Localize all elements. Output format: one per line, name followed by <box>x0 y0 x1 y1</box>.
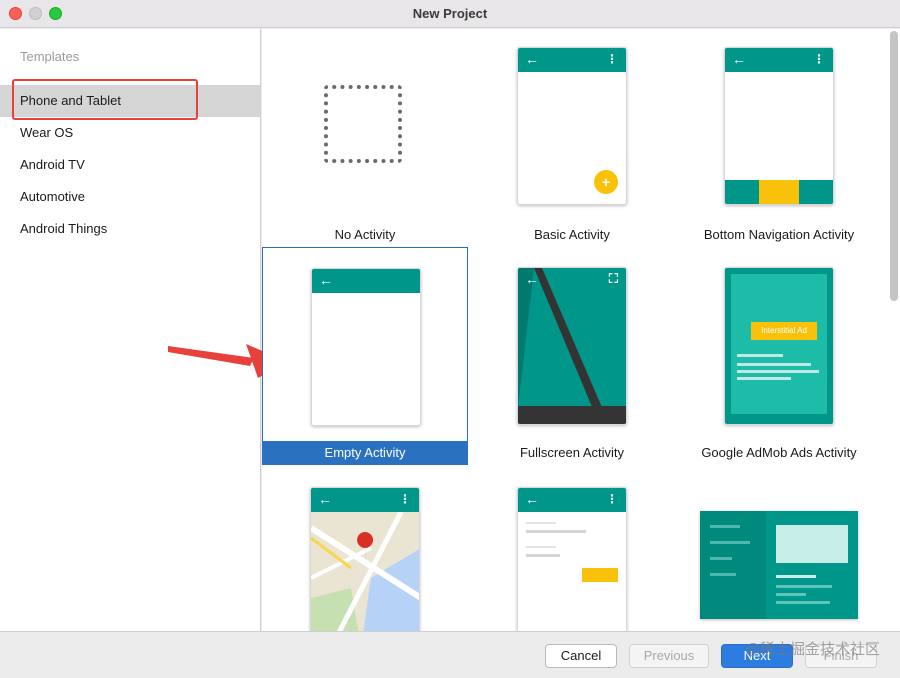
template-label: Fullscreen Activity <box>519 445 625 460</box>
template-card-login-activity[interactable]: ← ⋮ <box>469 469 675 631</box>
app-bar: ← ⋮ <box>518 48 626 72</box>
overflow-menu-icon: ⋮ <box>606 52 618 66</box>
overflow-menu-icon: ⋮ <box>606 492 618 506</box>
no-activity-placeholder-icon <box>324 85 402 163</box>
phone-preview: ← ⋮ <box>517 487 627 631</box>
vertical-scrollbar[interactable] <box>890 31 898 301</box>
back-arrow-icon: ← <box>732 51 746 67</box>
template-card-basic-activity[interactable]: ← ⋮ + Basic Activity <box>469 29 675 247</box>
bottom-navigation-bar <box>725 180 833 204</box>
app-bar: ← ⋮ <box>725 48 833 72</box>
back-arrow-icon: ← <box>318 491 332 507</box>
back-arrow-icon: ← <box>525 271 539 287</box>
system-nav-bar <box>518 406 626 424</box>
template-card-no-activity[interactable]: No Activity <box>262 29 468 247</box>
phone-preview: ← ⋮ <box>724 47 834 205</box>
phone-preview: ← ⋮ + <box>517 47 627 205</box>
watermark-text: @稀土掘金技术社区 <box>744 641 880 658</box>
text-line <box>737 377 791 380</box>
back-arrow-icon: ← <box>525 51 539 67</box>
phone-preview: ← <box>311 268 421 426</box>
template-label: Basic Activity <box>534 227 610 242</box>
dialog-footer: Cancel Previous Next Finish @稀土掘金技术社区 <box>0 631 900 678</box>
template-card-master-detail-flow[interactable] <box>676 469 882 631</box>
template-card-fullscreen-activity[interactable]: ← ⛶ Fullscreen Activity <box>469 247 675 465</box>
fullscreen-expand-icon: ⛶ <box>608 271 618 286</box>
phone-preview: Interstitial Ad <box>724 267 834 425</box>
interstitial-ad-badge: Interstitial Ad <box>751 322 817 340</box>
title-bar: New Project <box>0 0 900 28</box>
app-bar: ← <box>312 269 420 293</box>
template-label: Empty Activity <box>262 441 468 465</box>
template-card-google-admob-ads-activity[interactable]: Interstitial Ad Google AdMob Ads Activit… <box>676 247 882 465</box>
back-arrow-icon: ← <box>319 272 333 288</box>
text-line <box>737 354 783 357</box>
sidebar-item-automotive[interactable]: Automotive <box>0 181 260 213</box>
app-bar: ← ⋮ <box>311 488 419 512</box>
sidebar-item-android-things[interactable]: Android Things <box>0 213 260 245</box>
fab-plus-icon: + <box>594 170 618 194</box>
template-label: No Activity <box>334 227 396 242</box>
annotation-highlight-box <box>12 79 198 120</box>
text-line <box>737 363 811 366</box>
template-label: Google AdMob Ads Activity <box>701 445 857 460</box>
template-card-maps-activity[interactable]: ← ⋮ <box>262 469 468 631</box>
previous-button[interactable]: Previous <box>629 644 709 668</box>
interstitial-panel: Interstitial Ad <box>731 274 827 414</box>
cancel-button[interactable]: Cancel <box>545 644 617 668</box>
app-bar: ← ⋮ <box>518 488 626 512</box>
login-button-preview <box>582 568 618 582</box>
fullscreen-diagonal-icon <box>518 268 610 424</box>
template-grid: No Activity ← ⋮ + Basic Activity ← ⋮ Bot… <box>262 29 900 631</box>
overflow-menu-icon: ⋮ <box>399 492 411 506</box>
template-card-empty-activity[interactable]: ← Empty Activity <box>262 247 468 465</box>
tablet-preview <box>700 511 858 619</box>
phone-preview: ← ⋮ <box>310 487 420 631</box>
sidebar-header: Templates <box>20 49 80 64</box>
template-category-sidebar: Templates Phone and Tablet Wear OS Andro… <box>0 29 261 631</box>
template-label: Bottom Navigation Activity <box>703 227 855 242</box>
window-title: New Project <box>412 6 488 21</box>
overflow-menu-icon: ⋮ <box>813 52 825 66</box>
template-card-bottom-navigation-activity[interactable]: ← ⋮ Bottom Navigation Activity <box>676 29 882 247</box>
text-line <box>737 370 819 373</box>
phone-preview: ← ⛶ <box>517 267 627 425</box>
back-arrow-icon: ← <box>525 491 539 507</box>
sidebar-item-android-tv[interactable]: Android TV <box>0 149 260 181</box>
sidebar-item-wear-os[interactable]: Wear OS <box>0 117 260 149</box>
